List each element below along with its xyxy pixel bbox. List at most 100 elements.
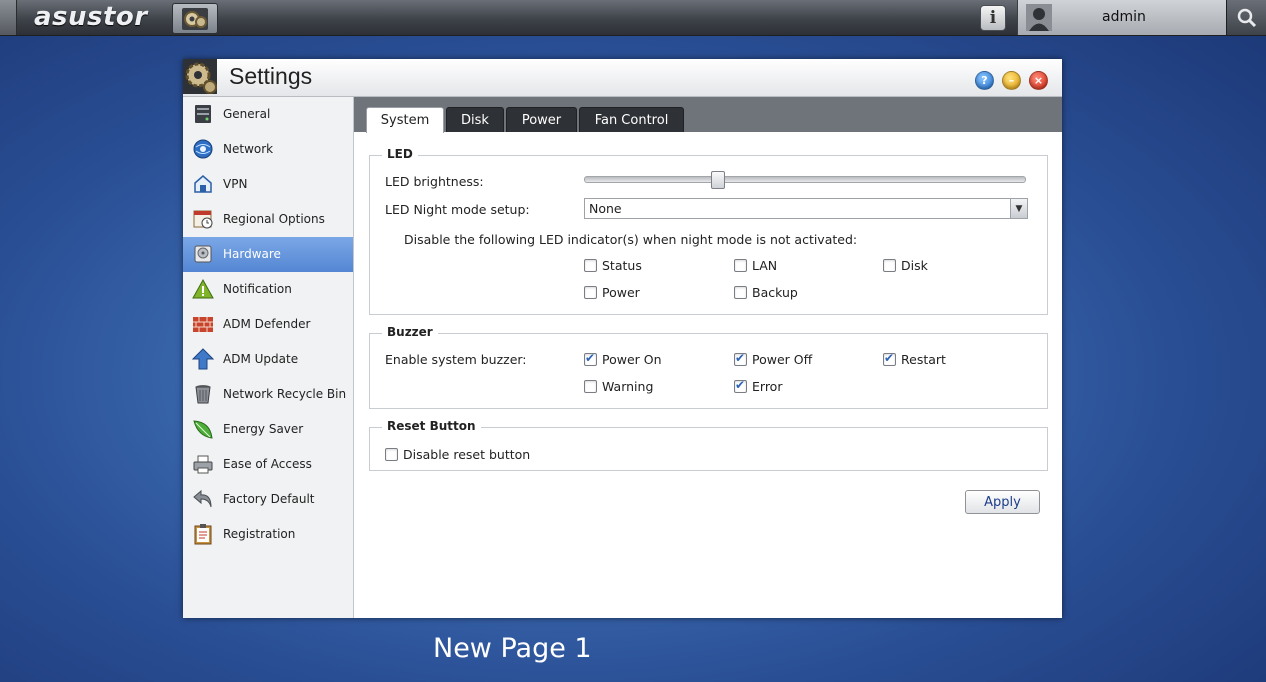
printer-icon	[193, 455, 213, 474]
enable-buzzer-label: Enable system buzzer:	[385, 352, 527, 367]
sidebar-item-network-recycle-bin[interactable]: Network Recycle Bin	[183, 377, 353, 412]
led-group: LED LED brightness: LED Night mode setup…	[369, 147, 1048, 315]
leaf-icon	[193, 420, 213, 439]
checkbox-box[interactable]	[734, 259, 747, 272]
info-icon: i	[989, 8, 997, 28]
user-menu[interactable]: admin	[1017, 0, 1226, 35]
tab-label: System	[380, 113, 430, 128]
tab-power[interactable]: Power	[506, 107, 577, 132]
buzzer-warning-checkbox[interactable]: Warning	[584, 379, 653, 394]
disable-reset-checkbox[interactable]: Disable reset button	[385, 447, 530, 462]
window-titlebar[interactable]: Settings ? – ×	[183, 59, 1062, 97]
led-backup-checkbox[interactable]: Backup	[734, 285, 798, 300]
chevron-down-icon[interactable]: ▼	[1010, 199, 1027, 218]
checkbox-label: Backup	[752, 285, 798, 300]
tab-fan-control[interactable]: Fan Control	[579, 107, 684, 132]
settings-app-taskbar-button[interactable]	[172, 3, 218, 34]
sidebar-item-label: ADM Update	[223, 352, 299, 366]
checkbox-box[interactable]	[734, 378, 747, 393]
sidebar-item-label: ADM Defender	[223, 317, 311, 331]
select-value: None	[589, 201, 622, 216]
search-icon	[1237, 8, 1257, 27]
warning-icon	[192, 278, 214, 299]
settings-window: Settings ? – × General Network VPN Regio…	[183, 59, 1062, 618]
led-brightness-slider[interactable]	[584, 176, 1026, 183]
sidebar-item-notification[interactable]: Notification	[183, 272, 353, 307]
buzzer-error-checkbox[interactable]: Error	[734, 378, 783, 394]
sidebar-item-registration[interactable]: Registration	[183, 517, 353, 552]
led-power-checkbox[interactable]: Power	[584, 285, 640, 300]
checkbox-box[interactable]	[584, 380, 597, 393]
desktop-toggle-button[interactable]	[0, 0, 17, 35]
server-icon	[195, 105, 211, 123]
buzzer-legend: Buzzer	[382, 325, 438, 339]
sidebar-item-regional-options[interactable]: Regional Options	[183, 202, 353, 237]
search-button[interactable]	[1226, 0, 1266, 35]
username-label: admin	[1102, 9, 1146, 25]
sidebar-item-label: VPN	[223, 177, 248, 191]
checkbox-label: Disable reset button	[403, 447, 531, 462]
buzzer-power-off-checkbox[interactable]: Power Off	[734, 351, 812, 367]
apply-button[interactable]: Apply	[965, 490, 1040, 514]
led-lan-checkbox[interactable]: LAN	[734, 258, 777, 273]
led-legend: LED	[382, 147, 418, 161]
tab-disk[interactable]: Disk	[446, 107, 504, 132]
reset-button-group: Reset Button Disable reset button	[369, 419, 1048, 471]
checkbox-box[interactable]	[734, 286, 747, 299]
checkbox-label: Error	[752, 379, 783, 394]
checkbox-box[interactable]	[385, 448, 398, 461]
close-button[interactable]: ×	[1029, 71, 1048, 90]
tab-label: Disk	[461, 112, 489, 128]
led-disk-checkbox[interactable]: Disk	[883, 258, 928, 273]
tab-label: Power	[521, 112, 562, 128]
globe-icon	[193, 139, 213, 159]
tab-system[interactable]: System	[366, 107, 444, 133]
checkbox-label: Warning	[602, 379, 654, 394]
led-brightness-thumb[interactable]	[710, 171, 725, 189]
led-night-mode-select[interactable]: None ▼	[584, 198, 1028, 219]
checkbox-box[interactable]	[883, 259, 896, 272]
led-night-mode-label: LED Night mode setup:	[385, 202, 530, 217]
led-status-checkbox[interactable]: Status	[584, 258, 642, 273]
window-title: Settings	[229, 63, 313, 89]
minimize-button[interactable]: –	[1002, 71, 1021, 90]
info-button[interactable]: i	[980, 5, 1006, 31]
checkbox-box[interactable]	[883, 351, 896, 366]
led-brightness-label: LED brightness:	[385, 174, 484, 189]
sidebar-item-general[interactable]: General	[183, 97, 353, 132]
sidebar-item-label: Energy Saver	[223, 422, 304, 436]
tab-label: Fan Control	[594, 112, 669, 128]
sidebar-item-vpn[interactable]: VPN	[183, 167, 353, 202]
sidebar-item-energy-saver[interactable]: Energy Saver	[183, 412, 353, 447]
checkbox-label: Disk	[901, 258, 928, 273]
trash-bin-icon	[195, 385, 211, 404]
reset-legend: Reset Button	[382, 419, 481, 433]
checkbox-label: Status	[602, 258, 642, 273]
checkbox-label: Power	[602, 285, 640, 300]
sidebar-item-adm-update[interactable]: ADM Update	[183, 342, 353, 377]
up-arrow-icon	[192, 348, 214, 370]
sidebar-item-adm-defender[interactable]: ADM Defender	[183, 307, 353, 342]
desktop-page-label: New Page 1	[433, 633, 592, 664]
tab-strip: System Disk Power Fan Control	[354, 97, 1062, 133]
asustor-logo: asustor	[34, 2, 148, 32]
checkbox-box[interactable]	[584, 351, 597, 366]
buzzer-restart-checkbox[interactable]: Restart	[883, 351, 946, 367]
buzzer-power-on-checkbox[interactable]: Power On	[584, 351, 662, 367]
checkbox-box[interactable]	[584, 286, 597, 299]
sidebar-item-hardware[interactable]: Hardware	[183, 237, 353, 272]
sidebar-item-label: Network Recycle Bin	[223, 387, 347, 401]
settings-sidebar: General Network VPN Regional Options Har…	[183, 97, 354, 618]
user-avatar-icon	[1026, 4, 1052, 31]
sidebar-item-label: Ease of Access	[223, 457, 312, 471]
checkbox-box[interactable]	[734, 351, 747, 366]
sidebar-item-label: Factory Default	[223, 492, 315, 506]
sidebar-item-factory-default[interactable]: Factory Default	[183, 482, 353, 517]
sidebar-item-ease-of-access[interactable]: Ease of Access	[183, 447, 353, 482]
help-button[interactable]: ?	[975, 71, 994, 90]
checkbox-box[interactable]	[584, 259, 597, 272]
sidebar-item-label: Regional Options	[223, 212, 325, 226]
led-disable-description: Disable the following LED indicator(s) w…	[404, 232, 858, 247]
buzzer-group: Buzzer Enable system buzzer: Power On Po…	[369, 325, 1048, 409]
sidebar-item-network[interactable]: Network	[183, 132, 353, 167]
